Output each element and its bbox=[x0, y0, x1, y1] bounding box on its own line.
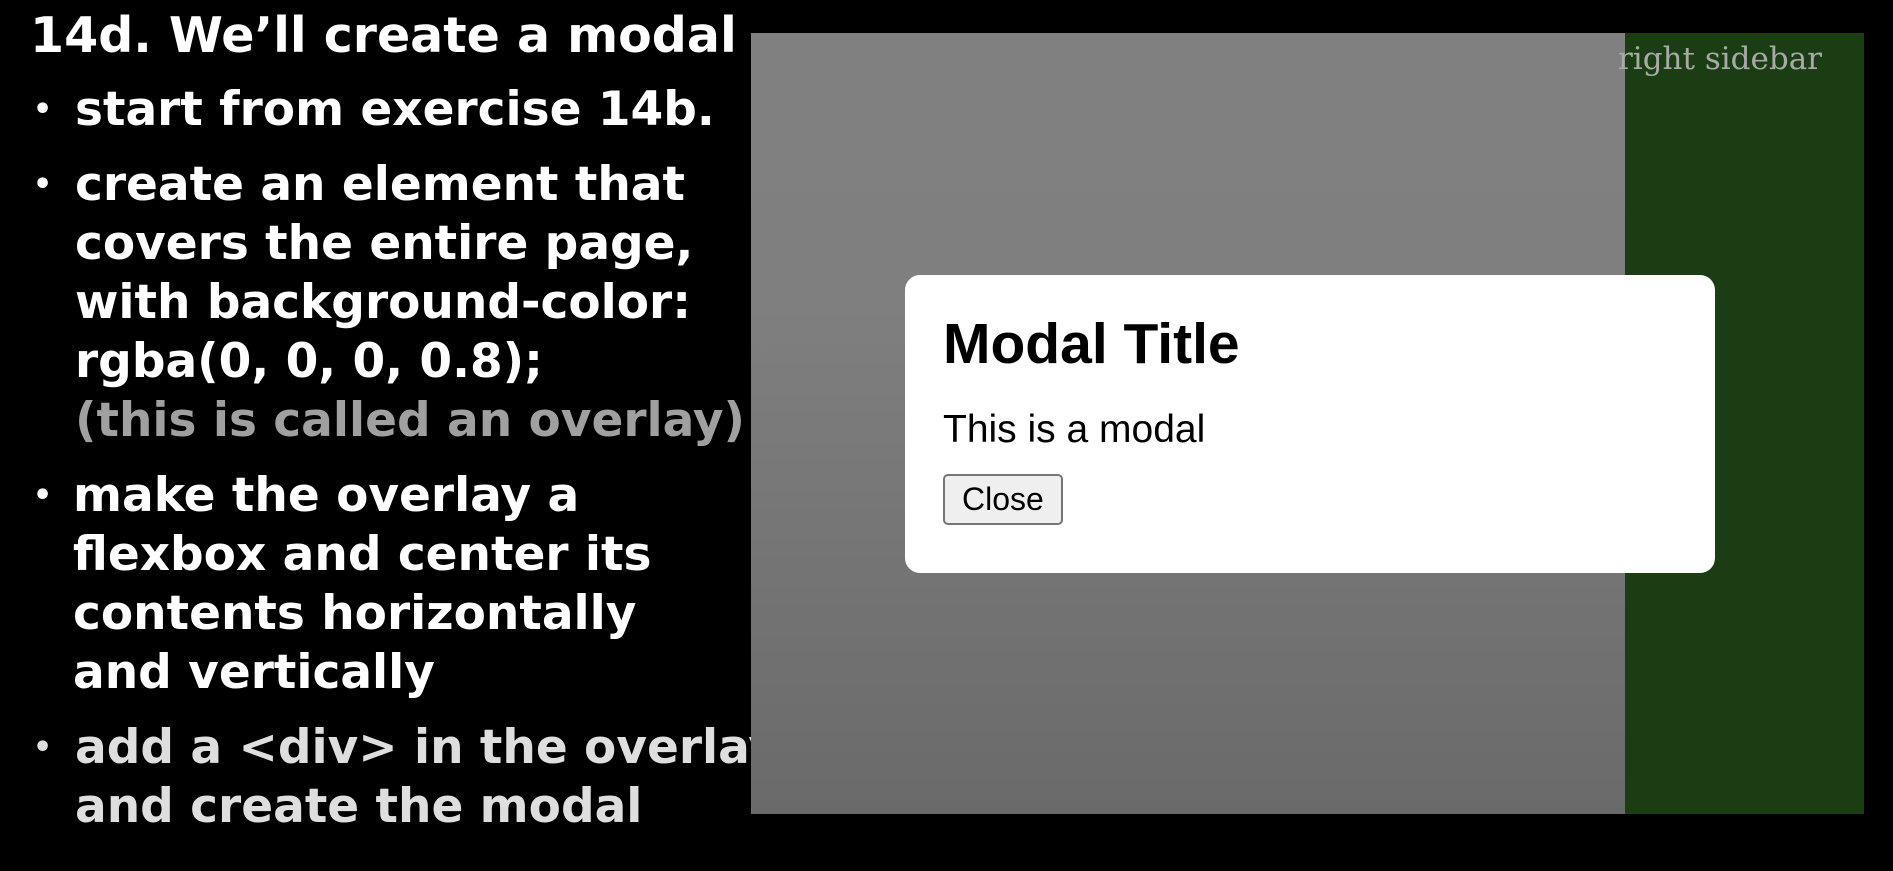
slide-title: 14d. We’ll create a modal bbox=[30, 7, 737, 64]
bullet-line: with background-color: bbox=[75, 275, 692, 330]
right-sidebar-label: right sidebar bbox=[1617, 41, 1822, 77]
bullet-dot: • bbox=[33, 167, 53, 202]
modal: Modal Title This is a modal Close bbox=[905, 275, 1715, 573]
bullet-line: make the overlay a bbox=[73, 468, 580, 523]
bullet-line: start from exercise 14b. bbox=[75, 82, 715, 137]
bullet-dot: • bbox=[33, 478, 53, 513]
bullet-line: covers the entire page, bbox=[75, 216, 694, 271]
bullet-line: contents horizontally bbox=[73, 586, 637, 641]
bullet-note: (this is called an overlay) bbox=[75, 393, 746, 448]
bullet-line: flexbox and center its bbox=[73, 527, 652, 582]
bullet-line: and vertically bbox=[73, 645, 435, 700]
modal-title: Modal Title bbox=[943, 312, 1240, 376]
bullet-dot: • bbox=[33, 730, 53, 765]
bullet-item: • create an element that covers the enti… bbox=[0, 155, 745, 450]
close-button[interactable]: Close bbox=[943, 474, 1063, 525]
modal-body: This is a modal bbox=[943, 408, 1206, 451]
bullet-dot: • bbox=[33, 92, 53, 127]
bullet-line: rgba(0, 0, 0, 0.8); bbox=[75, 334, 543, 389]
bullet-line: create an element that bbox=[75, 157, 685, 212]
bullet-item: • start from exercise 14b. bbox=[0, 80, 715, 139]
browser-demo: right sidebar Modal Title This is a moda… bbox=[751, 33, 1864, 814]
bullet-item: • add a <div> in the overlay and create … bbox=[0, 718, 779, 836]
bullet-line: and create the modal bbox=[75, 779, 643, 834]
bullet-line: add a <div> in the overlay bbox=[75, 720, 780, 775]
slide: 14d. We’ll create a modal • start from e… bbox=[0, 0, 1893, 871]
bullet-item: • make the overlay a flexbox and center … bbox=[0, 466, 651, 702]
